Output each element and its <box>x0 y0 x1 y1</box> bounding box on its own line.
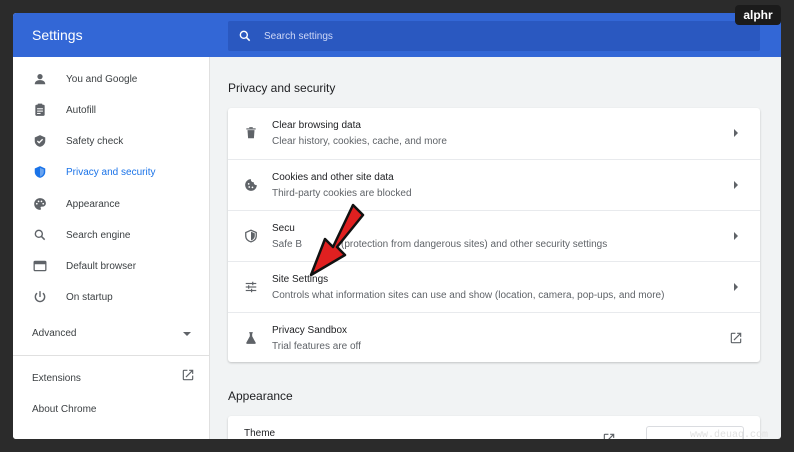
top-bar: Settings <box>13 13 781 57</box>
search-bar[interactable] <box>228 21 760 51</box>
sidebar-item-search-engine[interactable]: Search engine <box>13 221 209 249</box>
red-arrow-annotation <box>309 203 365 277</box>
chevron-right-icon <box>734 283 738 291</box>
page-title: Settings <box>32 27 83 43</box>
sidebar-item-label: Privacy and security <box>66 166 156 178</box>
settings-window: Settings You and Google Autofill Safety … <box>13 13 781 439</box>
sidebar-item-label: On startup <box>66 291 113 303</box>
sidebar-item-about-chrome[interactable]: About Chrome <box>32 404 96 415</box>
alphr-logo: alphr <box>735 5 781 25</box>
shield-icon <box>32 164 48 180</box>
row-title: Secu <box>272 223 295 234</box>
row-title: Cookies and other site data <box>272 172 394 183</box>
search-icon <box>32 227 48 243</box>
external-link-icon[interactable] <box>602 432 616 439</box>
trash-icon <box>243 125 259 141</box>
power-icon <box>32 289 48 305</box>
watermark-text: www.deuaq.com <box>690 430 769 441</box>
sidebar-item-label: Appearance <box>66 198 120 210</box>
row-subtitle: Third-party cookies are blocked <box>272 188 412 199</box>
sidebar-advanced-toggle[interactable]: Advanced <box>32 328 76 339</box>
tune-icon <box>243 279 259 295</box>
sidebar-item-extensions[interactable]: Extensions <box>32 373 81 384</box>
shield-check-icon <box>32 133 48 149</box>
sidebar-item-autofill[interactable]: Autofill <box>13 96 209 124</box>
sidebar-item-on-startup[interactable]: On startup <box>13 283 209 311</box>
sidebar-item-safety-check[interactable]: Safety check <box>13 127 209 155</box>
cookie-icon <box>243 177 259 193</box>
row-subtitle: Controls what information sites can use … <box>272 290 665 301</box>
chevron-right-icon <box>734 129 738 137</box>
sidebar-item-label: You and Google <box>66 73 138 85</box>
browser-icon <box>32 258 48 274</box>
chevron-right-icon <box>734 181 738 189</box>
sidebar-item-default-browser[interactable]: Default browser <box>13 252 209 280</box>
row-privacy-sandbox[interactable]: Privacy Sandbox Trial features are off <box>228 312 760 364</box>
sidebar-item-privacy-and-security[interactable]: Privacy and security <box>13 158 209 186</box>
row-subtitle: Clear history, cookies, cache, and more <box>272 136 447 147</box>
sidebar-item-label: Safety check <box>66 135 124 147</box>
person-icon <box>32 71 48 87</box>
search-icon <box>239 30 251 42</box>
security-shield-icon <box>243 228 259 244</box>
section-title-privacy: Privacy and security <box>228 81 336 95</box>
clipboard-icon <box>32 102 48 118</box>
sidebar-item-label: Default browser <box>66 260 137 272</box>
sidebar-divider <box>13 355 209 356</box>
chevron-down-icon[interactable] <box>183 332 191 336</box>
sidebar-item-label: Autofill <box>66 104 97 116</box>
appearance-card: Theme <box>228 416 760 439</box>
sidebar-item-label: Search engine <box>66 229 131 241</box>
row-clear-browsing-data[interactable]: Clear browsing data Clear history, cooki… <box>228 108 760 159</box>
row-subtitle-tail: (protection from dangerous sites) and ot… <box>341 239 608 250</box>
section-title-appearance: Appearance <box>228 389 293 403</box>
sidebar-item-appearance[interactable]: Appearance <box>13 190 209 218</box>
theme-label: Theme <box>244 428 276 439</box>
sidebar: You and Google Autofill Safety check Pri… <box>13 57 210 439</box>
flask-icon <box>243 330 259 346</box>
row-title: Privacy Sandbox <box>272 325 348 336</box>
row-title: Clear browsing data <box>272 120 361 131</box>
palette-icon <box>32 196 48 212</box>
row-subtitle: Safe B <box>272 239 303 250</box>
sidebar-item-you-and-google[interactable]: You and Google <box>13 65 209 93</box>
search-input[interactable] <box>264 21 744 51</box>
chevron-right-icon <box>734 232 738 240</box>
row-subtitle: Trial features are off <box>272 341 361 352</box>
external-link-icon[interactable] <box>729 331 743 345</box>
external-link-icon[interactable] <box>181 368 195 382</box>
